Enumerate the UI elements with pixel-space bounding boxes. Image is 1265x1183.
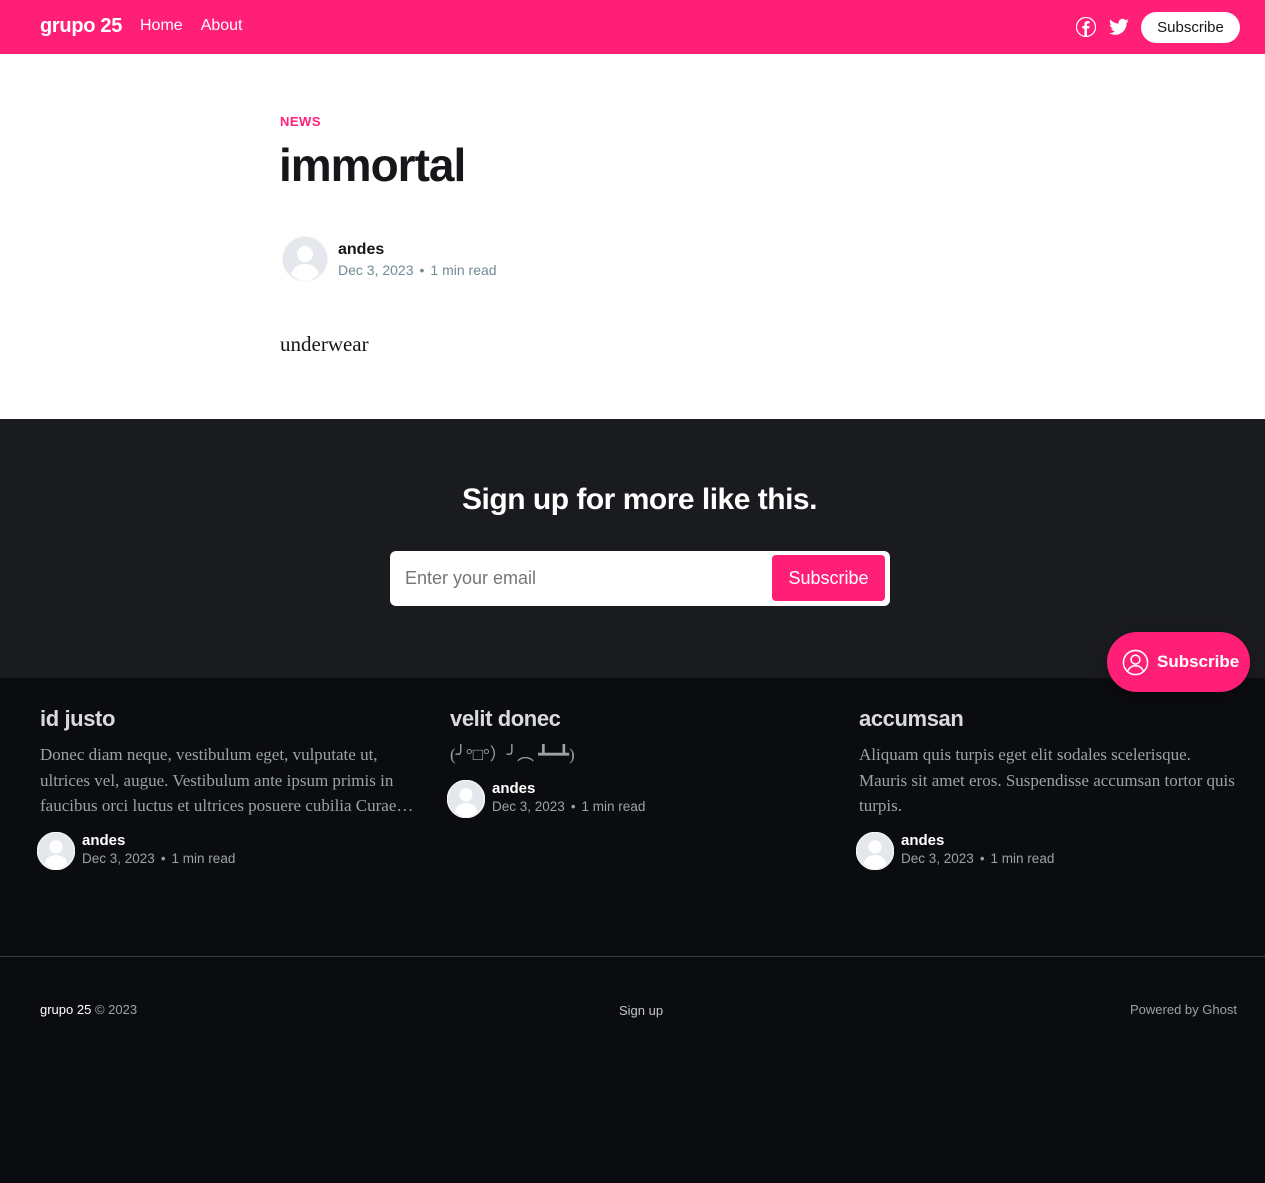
user-circle-icon [1122, 649, 1149, 675]
facebook-icon[interactable] [1076, 17, 1096, 37]
card-excerpt: (╯°□°）╯︵ ┻━┻) [450, 745, 575, 764]
card-author: andes Dec 3, 2023 • 1 min read [446, 779, 830, 820]
author-name[interactable]: andes [338, 241, 384, 259]
footer-copyright: grupo 25 © 2023 [40, 1002, 137, 1017]
article-read-time: 1 min read [430, 262, 497, 278]
card-read-time: 1 min read [990, 850, 1055, 866]
card-author: andes Dec 3, 2023 • 1 min read [855, 831, 1239, 872]
footer-divider [0, 956, 1265, 957]
floating-subscribe-button[interactable]: Subscribe [1107, 632, 1250, 692]
email-input[interactable] [405, 568, 745, 589]
article-title: immortal [279, 139, 466, 191]
card-excerpt: Aliquam quis turpis eget elit sodales sc… [859, 745, 1235, 815]
footer-brand-link[interactable]: grupo 25 [40, 1002, 91, 1017]
card-date: Dec 3, 2023 [82, 850, 155, 866]
article-body: underwear [280, 332, 369, 356]
article-meta: Dec 3, 2023 • 1 min read [338, 262, 497, 278]
card-author-name[interactable]: andes [492, 780, 535, 797]
author-avatar[interactable] [446, 779, 486, 818]
author-avatar[interactable] [36, 831, 76, 870]
card-meta: Dec 3, 2023 • 1 min read [492, 799, 645, 814]
social-links [1076, 17, 1129, 37]
signup-form: Subscribe [390, 551, 890, 606]
signup-section [0, 419, 1265, 678]
related-card[interactable]: accumsan Aliquam quis turpis eget elit s… [855, 706, 1239, 872]
card-title[interactable]: velit donec [450, 706, 830, 732]
footer-signup-link[interactable]: Sign up [619, 1003, 663, 1018]
site-brand[interactable]: grupo 25 [40, 15, 122, 38]
powered-by-link[interactable]: Powered by Ghost [1130, 1002, 1237, 1017]
card-date: Dec 3, 2023 [901, 850, 974, 866]
meta-separator: • [979, 850, 985, 866]
meta-separator: • [419, 262, 425, 278]
card-date: Dec 3, 2023 [492, 798, 565, 814]
card-author-name[interactable]: andes [901, 832, 944, 849]
card-meta: Dec 3, 2023 • 1 min read [82, 851, 235, 866]
card-excerpt: Donec diam neque, vestibulum eget, vulpu… [40, 745, 414, 815]
card-author: andes Dec 3, 2023 • 1 min read [36, 831, 420, 872]
main-nav: Home About [140, 17, 243, 35]
author-avatar[interactable] [282, 236, 328, 282]
signup-subscribe-button[interactable]: Subscribe [772, 555, 885, 601]
related-card[interactable]: id justo Donec diam neque, vestibulum eg… [36, 706, 420, 872]
card-read-time: 1 min read [171, 850, 236, 866]
nav-about[interactable]: About [201, 17, 243, 35]
meta-separator: • [160, 850, 166, 866]
card-title[interactable]: accumsan [859, 706, 1239, 732]
site-header: grupo 25 Home About Subscribe [0, 0, 1265, 54]
nav-home[interactable]: Home [140, 17, 183, 35]
author-avatar[interactable] [855, 831, 895, 870]
header-subscribe-button[interactable]: Subscribe [1141, 12, 1240, 43]
footer-copyright-text: © 2023 [94, 1002, 138, 1017]
meta-separator: • [570, 798, 576, 814]
floating-subscribe-label: Subscribe [1157, 652, 1240, 671]
card-meta: Dec 3, 2023 • 1 min read [901, 851, 1054, 866]
card-author-name[interactable]: andes [82, 832, 125, 849]
article-tag[interactable]: NEWS [280, 114, 321, 129]
signup-title: Sign up for more like this. [462, 483, 817, 516]
card-read-time: 1 min read [581, 798, 646, 814]
article-date: Dec 3, 2023 [338, 262, 414, 278]
card-title[interactable]: id justo [40, 706, 420, 732]
related-card[interactable]: velit donec (╯°□°）╯︵ ┻━┻) andes Dec 3, 2… [446, 706, 830, 820]
twitter-icon[interactable] [1109, 18, 1129, 36]
